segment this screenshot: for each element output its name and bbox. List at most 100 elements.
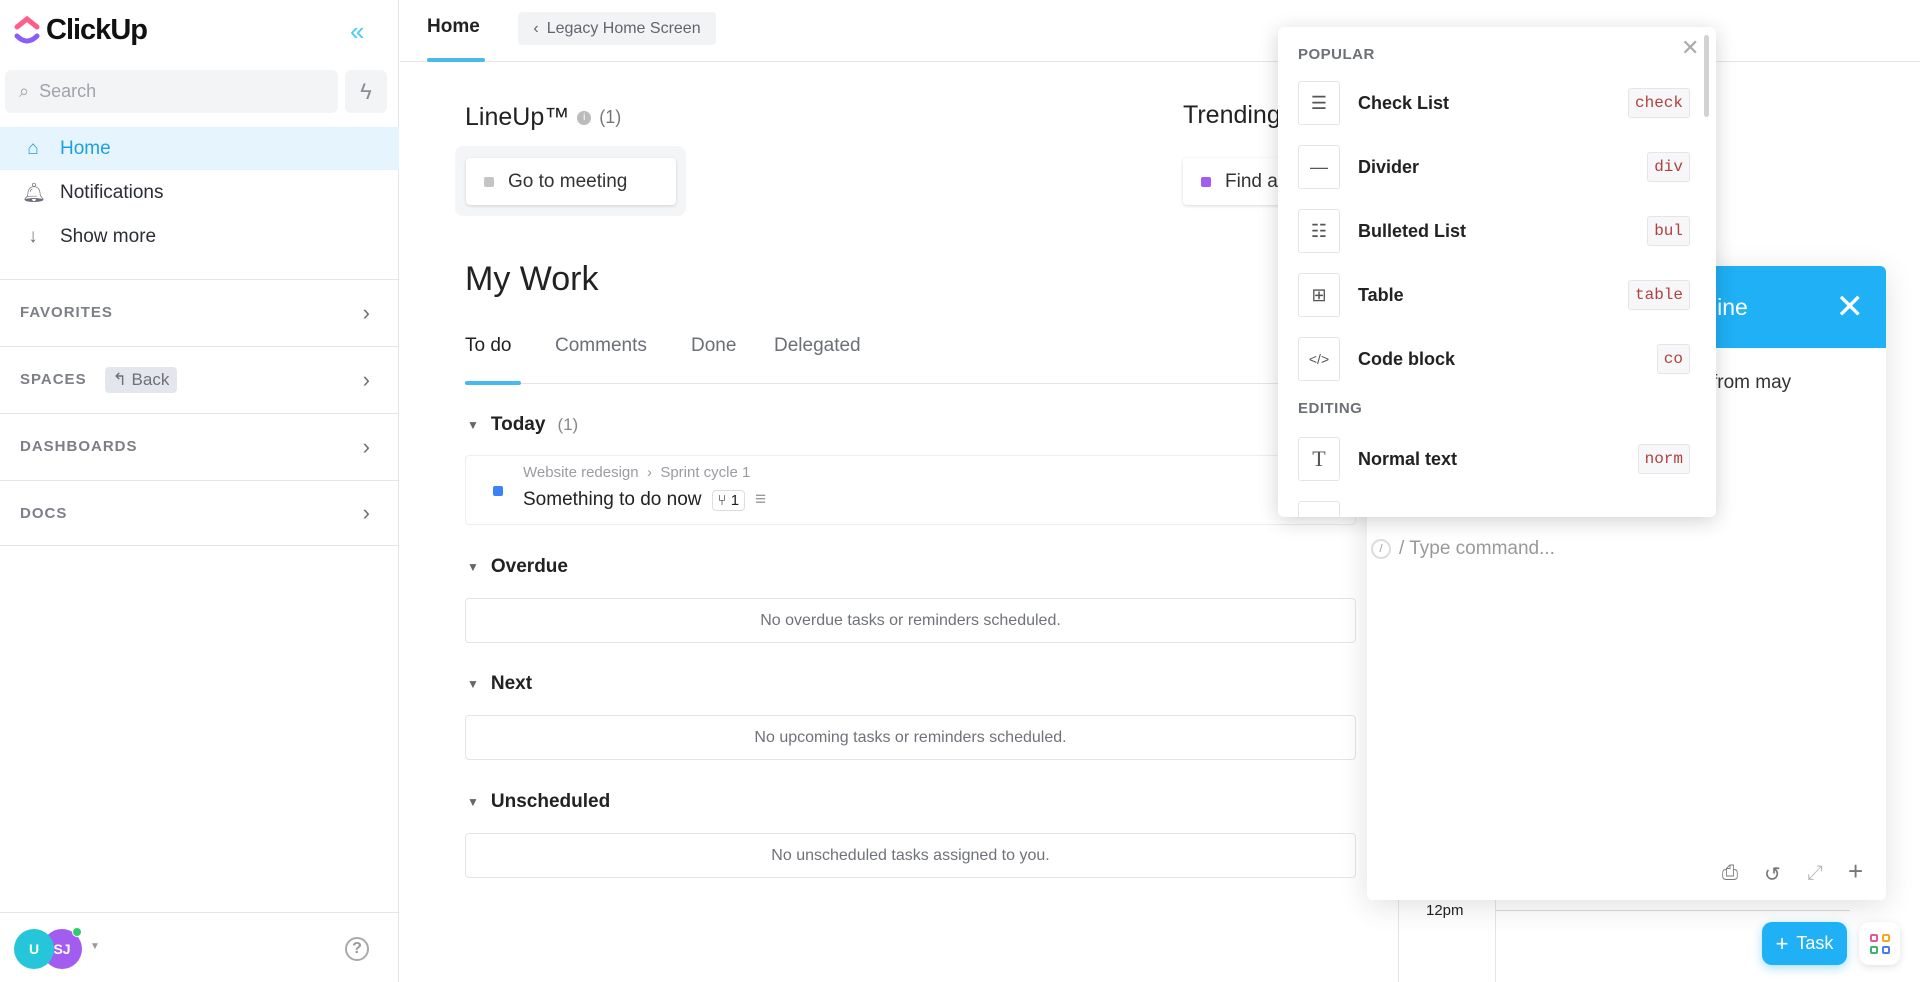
menu-item-divider[interactable]: — Divider div: [1298, 145, 1690, 189]
sidebar-item-label: Show more: [60, 225, 157, 247]
section-dashboards[interactable]: DASHBOARDS ›: [0, 413, 399, 479]
task-line: Something to do now ⑂ 1 ≡: [523, 489, 766, 511]
spaces-back-button[interactable]: ↰ Back: [104, 366, 178, 393]
caret-down-icon[interactable]: ▼: [90, 941, 100, 952]
close-icon[interactable]: ✕: [1836, 287, 1865, 327]
chevron-right-icon: ›: [362, 433, 371, 459]
apps-icon: [1869, 933, 1878, 942]
quick-actions-button[interactable]: ϟ: [345, 70, 387, 113]
add-icon[interactable]: +: [1848, 856, 1863, 887]
caret-down-icon: ▼: [467, 418, 479, 432]
command-input[interactable]: / / Type command...: [1371, 538, 1555, 560]
scrollbar[interactable]: [1704, 35, 1709, 117]
sidebar-item-show-more[interactable]: ↓ Show more: [0, 215, 399, 258]
legacy-label: Legacy Home Screen: [546, 19, 701, 37]
section-favorites[interactable]: FAVORITES ›: [0, 279, 399, 345]
add-task-button[interactable]: + Task: [1762, 922, 1847, 965]
print-icon[interactable]: ⎙: [1722, 862, 1738, 885]
section-label: FAVORITES: [20, 304, 113, 321]
section-label: SPACES: [20, 371, 87, 388]
status-square: [1201, 176, 1211, 187]
home-icon: ⌂: [27, 137, 39, 159]
caret-down-icon: ▼: [467, 677, 479, 691]
sidebar-item-home[interactable]: ⌂ Home: [0, 127, 399, 170]
item-shortcut: div: [1647, 152, 1690, 182]
history-icon[interactable]: ↺: [1764, 862, 1781, 887]
next-empty: No upcoming tasks or reminders scheduled…: [465, 715, 1356, 760]
sidebar-item-notifications[interactable]: 🔔︎ Notifications: [0, 171, 399, 214]
menu-item-code-block[interactable]: </> Code block co: [1298, 337, 1690, 381]
calendar-time: 12pm: [1426, 902, 1464, 919]
card-label: Find a: [1225, 170, 1278, 192]
back-arrow-icon: ↰: [112, 369, 132, 389]
section-docs[interactable]: DOCS ›: [0, 480, 399, 546]
active-tab-indicator: [427, 58, 485, 62]
search-input[interactable]: ⌕ Search: [5, 70, 338, 113]
menu-item-icon: [1298, 501, 1340, 517]
group-overdue[interactable]: ▼ Overdue: [467, 556, 568, 578]
collapse-sidebar-icon[interactable]: «: [350, 16, 364, 47]
group-next[interactable]: ▼ Next: [467, 673, 532, 695]
group-label: Unscheduled: [490, 791, 611, 812]
plus-icon: +: [1775, 930, 1789, 956]
group-unscheduled[interactable]: ▼ Unscheduled: [467, 791, 610, 813]
online-indicator: [72, 927, 82, 937]
info-icon[interactable]: i: [577, 110, 592, 125]
bell-icon: 🔔︎: [22, 182, 47, 204]
lineup-count: (1): [599, 107, 622, 127]
group-today[interactable]: ▼ Today (1): [467, 414, 578, 436]
item-label: Check List: [1358, 92, 1450, 113]
section-heading: POPULAR: [1298, 46, 1375, 63]
breadcrumb-list[interactable]: Website redesign: [523, 464, 639, 481]
my-work-title: My Work: [465, 260, 599, 298]
tab-delegated[interactable]: Delegated: [774, 335, 861, 357]
section-spaces[interactable]: SPACES ↰ Back ›: [0, 346, 399, 412]
close-icon[interactable]: ✕: [1681, 35, 1699, 61]
task-row[interactable]: Website redesign › Sprint cycle 1 Someth…: [465, 455, 1356, 525]
table-icon: ⊞: [1298, 273, 1340, 317]
tab-to-do[interactable]: To do: [465, 335, 511, 357]
item-label: Divider: [1358, 156, 1420, 177]
text-icon: T: [1298, 437, 1340, 481]
menu-item-partial[interactable]: [1298, 501, 1690, 517]
lineup-heading: LineUp™ i (1): [465, 103, 621, 132]
group-label: Today: [490, 414, 546, 435]
calendar-hour-line: [1495, 910, 1850, 911]
avatar[interactable]: U: [14, 929, 54, 969]
group-count: (1): [557, 415, 579, 434]
item-label: Normal text: [1358, 448, 1458, 469]
notepad-title: line: [1712, 293, 1748, 320]
menu-item-normal-text[interactable]: T Normal text norm: [1298, 437, 1690, 481]
status-square: [484, 176, 494, 187]
command-placeholder: / Type command...: [1399, 538, 1555, 559]
clickup-logo[interactable]: ClickUp: [14, 14, 148, 47]
search-placeholder: Search: [39, 81, 97, 101]
bulleted-list-icon: ☷: [1298, 209, 1340, 253]
notepad-text: from may: [1712, 372, 1792, 393]
breadcrumb-sprint[interactable]: Sprint cycle 1: [660, 464, 750, 481]
item-shortcut: bul: [1647, 216, 1690, 246]
expand-icon[interactable]: ⤢: [1807, 862, 1823, 885]
apps-icon-dot: [1869, 945, 1878, 954]
trending-title: Trending: [1183, 101, 1281, 129]
section-label: DOCS: [20, 504, 68, 522]
apps-button[interactable]: [1859, 922, 1900, 965]
help-icon[interactable]: ?: [345, 937, 369, 961]
item-shortcut: table: [1627, 280, 1690, 310]
task-name[interactable]: Something to do now: [523, 489, 702, 511]
subtasks-badge[interactable]: ⑂ 1: [711, 489, 746, 511]
section-label: DASHBOARDS: [20, 438, 138, 455]
unscheduled-empty: No unscheduled tasks assigned to you.: [465, 833, 1356, 878]
lineup-container: Go to meeting: [455, 146, 686, 216]
tab-comments[interactable]: Comments: [555, 335, 647, 357]
lineup-card[interactable]: Go to meeting: [466, 158, 676, 205]
menu-item-bulleted-list[interactable]: ☷ Bulleted List bul: [1298, 209, 1690, 253]
legacy-home-button[interactable]: ‹ Legacy Home Screen: [518, 12, 716, 45]
clickup-logo-icon: [14, 15, 40, 43]
status-square[interactable]: [493, 486, 503, 496]
menu-item-check-list[interactable]: ☰ Check List check: [1298, 81, 1690, 125]
tab-done[interactable]: Done: [691, 335, 736, 357]
task-breadcrumb: Website redesign › Sprint cycle 1: [523, 464, 750, 481]
menu-item-table[interactable]: ⊞ Table table: [1298, 273, 1690, 317]
tab-home[interactable]: Home: [427, 16, 480, 38]
